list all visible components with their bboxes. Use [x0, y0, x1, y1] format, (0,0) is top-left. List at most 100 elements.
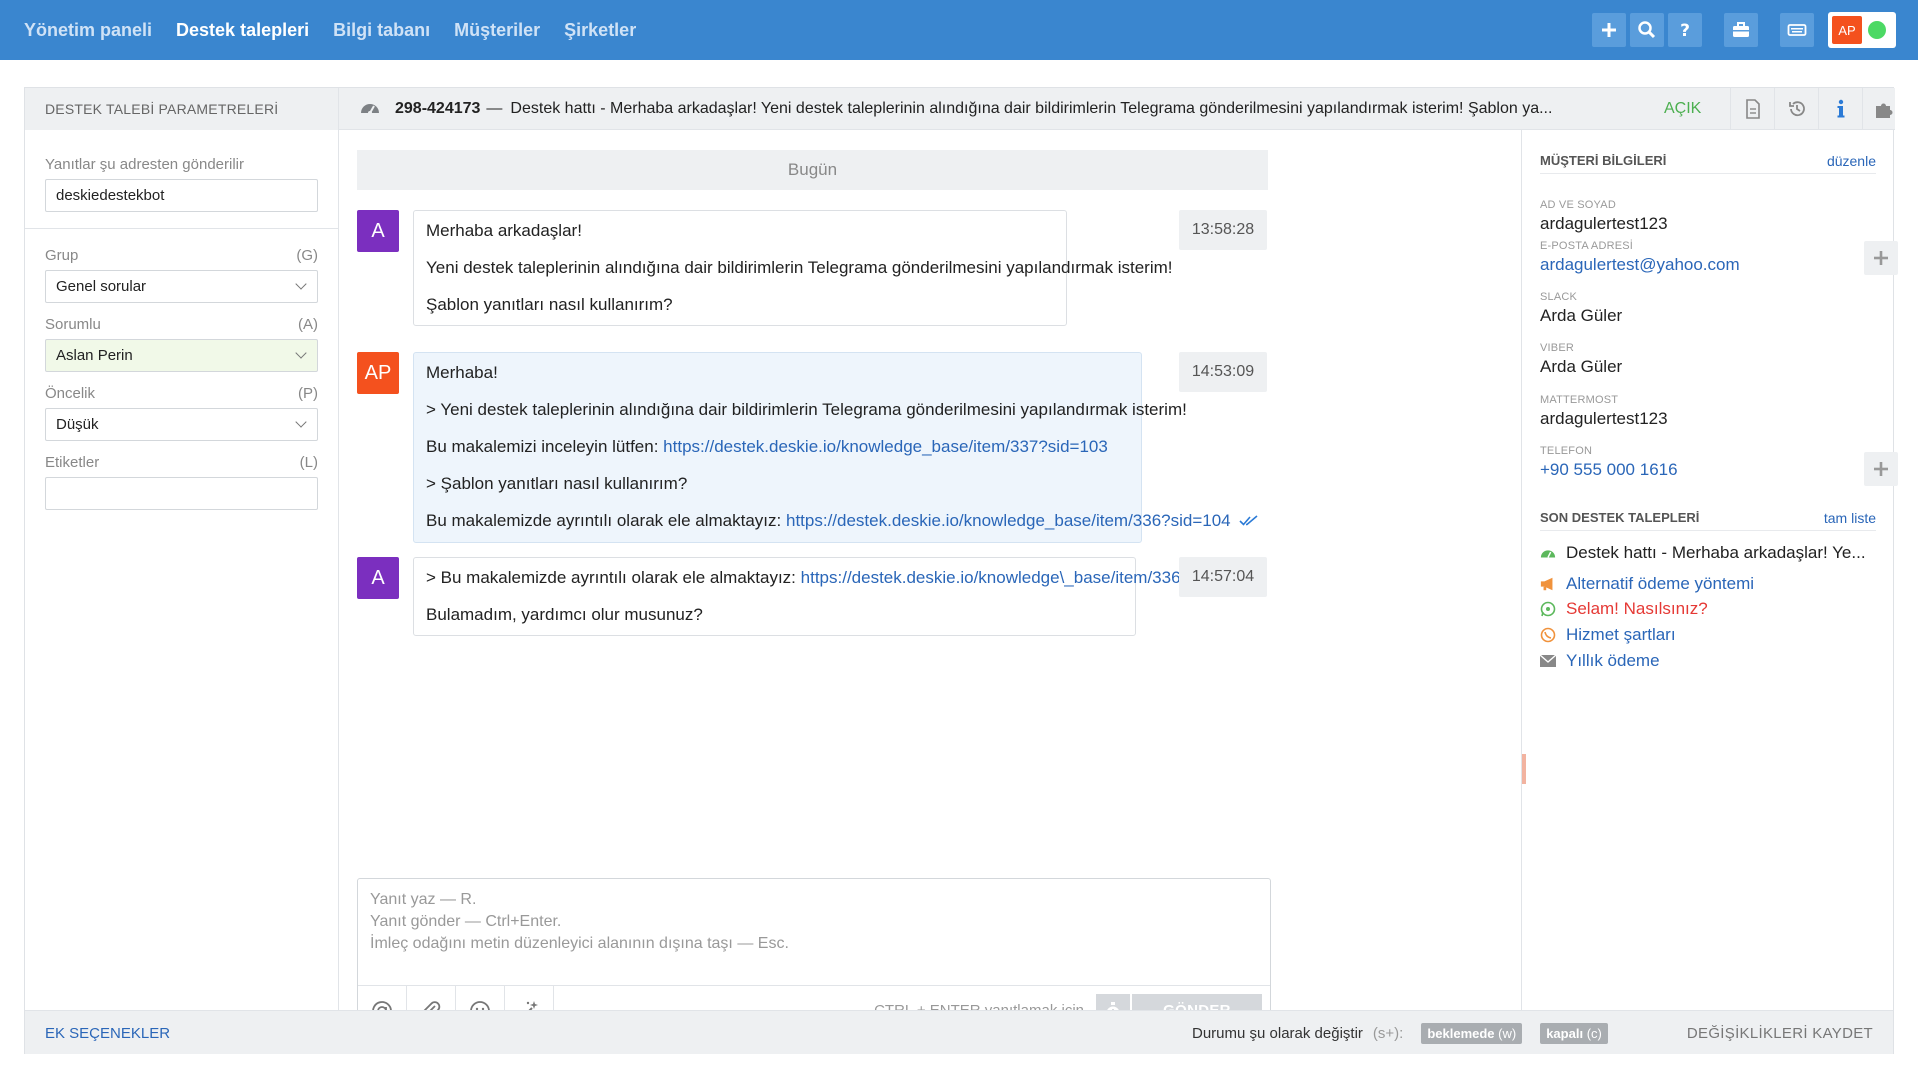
- extra-options-link[interactable]: EK SEÇENEKLER: [45, 1011, 170, 1055]
- edit-customer-link[interactable]: düzenle: [1827, 153, 1876, 169]
- nav-companies[interactable]: Şirketler: [564, 20, 636, 41]
- whatsapp-icon: [1540, 601, 1556, 617]
- plus-icon[interactable]: [1592, 13, 1626, 47]
- kb-article-link[interactable]: https://destek.deskie.io/knowledge_base/…: [786, 511, 1231, 530]
- ticket-id: 298-424173: [395, 100, 481, 117]
- gauge-icon: [359, 99, 381, 120]
- ticket-subject: Destek hattı - Merhaba arkadaşlar! Yeni …: [510, 100, 1553, 117]
- tags-label: Etiketler (L): [45, 454, 318, 471]
- megaphone-icon: [1540, 576, 1556, 592]
- user-menu[interactable]: AP: [1828, 12, 1896, 48]
- gauge-icon: [1540, 545, 1556, 561]
- user-avatar: AP: [1832, 16, 1862, 44]
- message-text: > Yeni destek taleplerinin alındığına da…: [426, 400, 1187, 419]
- puzzle-icon[interactable]: [1862, 88, 1906, 130]
- customer-panel: MÜŞTERİ BİLGİLERİ düzenle AD VE SOYAD ar…: [1521, 130, 1898, 1010]
- customer-email: E-POSTA ADRESİ ardagulertest@yahoo.com: [1540, 240, 1740, 275]
- ticket-header-actions: [1730, 88, 1906, 130]
- recent-ticket[interactable]: Alternatif ödeme yöntemi: [1540, 571, 1754, 597]
- change-status-shortcut: (s+):: [1372, 1024, 1404, 1042]
- message-text: Bu makalemizde ayrıntılı olarak ele alma…: [426, 511, 1258, 532]
- conversation: Bugün A Merhaba arkadaşlar! Yeni destek …: [339, 130, 1303, 1036]
- svg-text:?: ?: [1680, 21, 1690, 40]
- message-text: Yeni destek taleplerinin alındığına dair…: [426, 258, 1173, 277]
- assignee-select[interactable]: Aslan Perin: [45, 339, 318, 372]
- day-separator: Bugün: [357, 150, 1268, 190]
- mail-icon: [1540, 653, 1556, 669]
- recent-tickets-header: SON DESTEK TALEPLERİ tam liste: [1540, 509, 1876, 531]
- search-icon[interactable]: [1630, 13, 1664, 47]
- ticket-status[interactable]: AÇIK: [1664, 88, 1701, 130]
- reply-from-label: Yanıtlar şu adresten gönderilir: [45, 156, 244, 173]
- keyboard-icon[interactable]: [1780, 13, 1814, 47]
- ticket-parameters-panel: DESTEK TALEBİ PARAMETRELERİ Yanıtlar şu …: [25, 88, 339, 1010]
- change-status-group: Durumu şu olarak değiştir (s+): beklemed…: [1192, 1011, 1608, 1055]
- customer-slack: SLACK Arda Güler: [1540, 291, 1623, 325]
- ticket-footer: EK SEÇENEKLER Durumu şu olarak değiştir …: [25, 1010, 1893, 1054]
- status-pending-button[interactable]: beklemede (w): [1421, 1022, 1523, 1044]
- recent-ticket[interactable]: Destek hattı - Merhaba arkadaşlar! Ye...: [1540, 540, 1866, 566]
- message-bubble: Merhaba arkadaşlar! Yeni destek talepler…: [413, 210, 1173, 326]
- info-icon[interactable]: [1818, 88, 1862, 130]
- customer-info-header: MÜŞTERİ BİLGİLERİ düzenle: [1540, 152, 1876, 174]
- assignee-label: Sorumlu (A): [45, 316, 318, 333]
- priority-label: Öncelik (P): [45, 385, 318, 402]
- parameters-header: DESTEK TALEBİ PARAMETRELERİ: [25, 88, 338, 130]
- reply-from-field[interactable]: deskiedestekbot: [45, 179, 318, 212]
- document-icon[interactable]: [1730, 88, 1774, 130]
- customer-email-link[interactable]: ardagulertest@yahoo.com: [1540, 255, 1740, 275]
- ticket-frame: DESTEK TALEBİ PARAMETRELERİ Yanıtlar şu …: [24, 87, 1898, 1054]
- ticket-dash: —: [486, 100, 503, 117]
- recent-ticket[interactable]: Yıllık ödeme: [1540, 648, 1660, 674]
- status-closed-button[interactable]: kapalı (c): [1540, 1022, 1608, 1044]
- viber-icon: [1540, 627, 1556, 643]
- message-text: Merhaba arkadaşlar!: [426, 221, 582, 240]
- top-bar: Yönetim paneli Destek talepleri Bilgi ta…: [0, 0, 1918, 60]
- group-label: Grup (G): [45, 247, 318, 264]
- save-changes-button[interactable]: DEĞİŞİKLİKLERİ KAYDET: [1687, 1011, 1873, 1055]
- customer-mattermost: MATTERMOST ardagulertest123: [1540, 394, 1668, 428]
- history-icon[interactable]: [1774, 88, 1818, 130]
- message-text: Merhaba!: [426, 363, 498, 382]
- customer-name: AD VE SOYAD ardagulertest123: [1540, 199, 1668, 233]
- help-icon[interactable]: ?: [1668, 13, 1702, 47]
- change-status-label: Durumu şu olarak değiştir: [1192, 1024, 1363, 1042]
- nav-tickets[interactable]: Destek talepleri: [176, 20, 309, 41]
- message-text: > Bu makalemizde ayrıntılı olarak ele al…: [426, 568, 1251, 587]
- add-email-button[interactable]: [1864, 241, 1898, 275]
- avatar: A: [357, 210, 399, 252]
- priority-select[interactable]: Düşük: [45, 408, 318, 441]
- kb-article-link[interactable]: https://destek.deskie.io/knowledge_base/…: [663, 437, 1108, 456]
- message-time: 13:58:28: [1179, 210, 1267, 250]
- message-time: 14:57:04: [1179, 557, 1267, 597]
- message-text: Bulamadım, yardımcı olur musunuz?: [426, 605, 703, 624]
- main-nav: Yönetim paneli Destek talepleri Bilgi ta…: [24, 0, 636, 60]
- message-time: 14:53:09: [1179, 352, 1267, 392]
- reply-input[interactable]: Yanıt yaz — R. Yanıt gönder — Ctrl+Enter…: [358, 879, 1270, 965]
- current-ticket-marker: [1522, 754, 1526, 784]
- message-text: > Şablon yanıtları nasıl kullanırım?: [426, 474, 688, 493]
- chevron-down-icon: [295, 416, 307, 428]
- ticket-title: 298-424173 — Destek hattı - Merhaba arka…: [359, 88, 1552, 130]
- ticket-header: 298-424173 — Destek hattı - Merhaba arka…: [339, 88, 1895, 130]
- online-status-indicator: [1868, 21, 1886, 39]
- message-bubble: Merhaba! > Yeni destek taleplerinin alın…: [413, 352, 1258, 543]
- nav-dashboard[interactable]: Yönetim paneli: [24, 20, 152, 41]
- top-bar-actions: ? AP: [1592, 12, 1896, 48]
- message-text: Bu makalemizi inceleyin lütfen: https://…: [426, 437, 1108, 456]
- chevron-down-icon: [295, 278, 307, 290]
- customer-phone-link[interactable]: +90 555 000 1616: [1540, 460, 1678, 480]
- nav-customers[interactable]: Müşteriler: [454, 20, 540, 41]
- avatar: A: [357, 557, 399, 599]
- recent-ticket[interactable]: Hizmet şartları: [1540, 622, 1676, 648]
- customer-phone: TELEFON +90 555 000 1616: [1540, 445, 1678, 480]
- briefcase-icon[interactable]: [1724, 13, 1758, 47]
- full-list-link[interactable]: tam liste: [1824, 510, 1876, 526]
- avatar: AP: [357, 352, 399, 394]
- add-phone-button[interactable]: [1864, 452, 1898, 486]
- group-select[interactable]: Genel sorular: [45, 270, 318, 303]
- tags-input[interactable]: [45, 477, 318, 510]
- customer-viber: VIBER Arda Güler: [1540, 342, 1623, 376]
- recent-ticket[interactable]: Selam! Nasılsınız?: [1540, 596, 1708, 622]
- nav-knowledge-base[interactable]: Bilgi tabanı: [333, 20, 430, 41]
